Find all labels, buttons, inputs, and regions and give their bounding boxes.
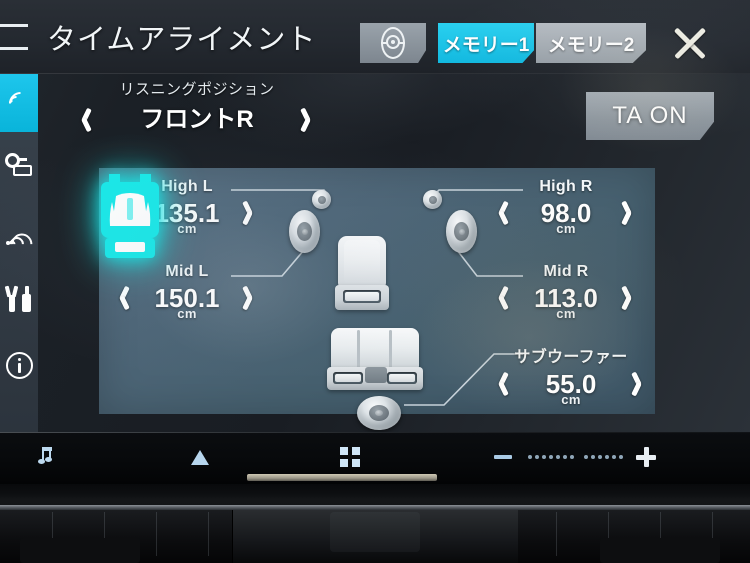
sidebar-item-speaker-display[interactable]	[0, 136, 38, 194]
eject-button[interactable]	[188, 444, 212, 470]
high-right-label: High R	[539, 178, 593, 195]
car-dashboard: タイムアライメント メモリー1 メモリー2 リスニングポジション フロントR T…	[0, 0, 750, 563]
sound-wave-icon	[4, 87, 37, 120]
infotainment-screen: タイムアライメント メモリー1 メモリー2 リスニングポジション フロントR T…	[0, 0, 750, 432]
close-icon[interactable]	[668, 22, 712, 64]
high-right-value: 98.0	[540, 198, 592, 228]
mid-left-decrement[interactable]	[118, 286, 133, 310]
mid-speaker-right-icon[interactable]	[446, 210, 477, 253]
speaker-preset-icon	[380, 27, 406, 59]
time-alignment-panel: High L 135.1 cm Mid L 150.1 cm High R 98…	[99, 168, 655, 430]
apps-button[interactable]	[338, 444, 362, 470]
high-left-increment[interactable]	[241, 201, 256, 225]
volume-level-indicator[interactable]	[528, 453, 624, 461]
sidebar-item-info[interactable]	[0, 336, 38, 394]
info-circle-icon	[5, 351, 33, 379]
high-right-increment[interactable]	[620, 201, 635, 225]
volume-up-button[interactable]	[634, 444, 658, 470]
mid-right-value: 113.0	[534, 283, 598, 313]
subwoofer-decrement[interactable]	[497, 372, 512, 396]
mid-right-increment[interactable]	[620, 286, 635, 310]
music-note-button[interactable]	[35, 444, 57, 470]
back-arrow-icon[interactable]	[0, 24, 28, 50]
listening-position-value: フロントR	[140, 106, 254, 133]
tweeter-right-icon[interactable]	[423, 190, 442, 209]
subwoofer-icon[interactable]	[357, 396, 401, 430]
listening-position-label: リスニングポジション	[119, 81, 275, 98]
volume-down-button[interactable]	[492, 444, 514, 470]
listening-position-selector: リスニングポジション フロントR	[72, 78, 322, 140]
mid-left-control: Mid L 150.1 cm	[112, 263, 262, 321]
subwoofer-increment[interactable]	[630, 372, 645, 396]
subwoofer-value: 55.0	[545, 369, 597, 399]
seat-rear-bench[interactable]	[327, 328, 423, 390]
volume-plus-icon	[636, 447, 656, 467]
mid-left-label: Mid L	[165, 263, 209, 280]
high-left-value: 135.1	[154, 198, 220, 228]
mid-right-label: Mid R	[543, 263, 589, 280]
mid-left-increment[interactable]	[241, 286, 256, 310]
subwoofer-control: サブウーファー 55.0 cm	[491, 343, 651, 407]
tools-wrench-icon	[5, 286, 33, 312]
sidebar-item-settings[interactable]	[0, 270, 38, 328]
apps-grid-icon	[340, 447, 360, 467]
wifi-signal-icon	[5, 221, 37, 259]
seat-front-left[interactable]	[335, 236, 389, 310]
sidebar-item-sound[interactable]	[0, 74, 38, 132]
mid-right-decrement[interactable]	[497, 286, 512, 310]
memory-2-tab[interactable]: メモリー2	[536, 23, 646, 63]
subwoofer-label: サブウーファー	[514, 349, 628, 366]
sidebar-item-connectivity[interactable]	[0, 204, 38, 262]
dashboard-trim	[0, 484, 750, 563]
high-right-decrement[interactable]	[497, 201, 512, 225]
tweeter-left-icon[interactable]	[312, 190, 331, 209]
page-title: タイムアライメント	[47, 24, 317, 56]
mid-right-control: Mid R 113.0 cm	[491, 263, 641, 321]
mid-left-value: 150.1	[154, 283, 220, 313]
eject-up-arrow-icon	[191, 449, 209, 465]
memory-1-tab[interactable]: メモリー1	[438, 23, 534, 63]
title-bar: タイムアライメント メモリー1 メモリー2	[0, 0, 750, 74]
listening-position-row: フロントR	[72, 103, 322, 137]
speaker-preset-button[interactable]	[360, 23, 426, 63]
high-right-control: High R 98.0 cm	[491, 178, 641, 236]
ta-on-button[interactable]: TA ON	[586, 92, 714, 140]
chevron-right-icon[interactable]	[299, 108, 314, 132]
music-note-icon	[37, 447, 55, 467]
seat-front-right-selected[interactable]	[99, 168, 161, 264]
chevron-left-icon[interactable]	[80, 108, 95, 132]
speaker-display-icon	[5, 152, 33, 178]
volume-minus-icon	[494, 455, 512, 459]
sidebar-rail	[0, 74, 38, 432]
screen-lip	[247, 474, 437, 481]
mid-speaker-left-icon[interactable]	[289, 210, 320, 253]
